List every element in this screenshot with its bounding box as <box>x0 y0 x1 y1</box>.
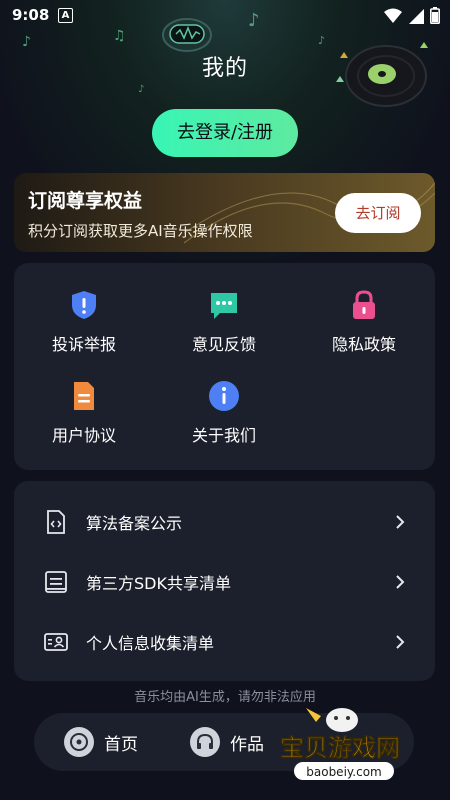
robot-mascot-icon <box>162 18 212 52</box>
grid-item-label: 投诉举报 <box>51 335 116 354</box>
id-card-icon <box>44 633 68 651</box>
wifi-icon <box>384 8 402 23</box>
list-item-algorithm[interactable]: 算法备案公示 <box>14 492 435 552</box>
chevron-right-icon <box>396 515 405 529</box>
signal-icon <box>409 8 424 24</box>
grid-item-label: 隐私政策 <box>331 335 396 354</box>
chat-bubble-icon <box>211 293 237 319</box>
list-item-label: 个人信息收集清单 <box>86 634 215 653</box>
nav-works-label: 作品 <box>230 734 264 755</box>
list-box-icon <box>45 571 67 593</box>
service-grid-panel: 投诉举报 意见反馈 隐私政策 用户协议 关于我们 <box>14 263 435 470</box>
music-note-icon: ♪ <box>138 84 145 95</box>
grid-item-label: 用户协议 <box>51 426 116 445</box>
watermark-logo: 宝贝游戏网 baobeiy.com <box>280 708 400 780</box>
info-icon <box>209 381 239 411</box>
nav-works[interactable]: 作品 <box>190 727 264 757</box>
ai-disclaimer: 音乐均由AI生成，请勿非法应用 <box>134 690 316 705</box>
list-item-sdk[interactable]: 第三方SDK共享清单 <box>14 552 435 612</box>
nav-home-label: 首页 <box>104 734 138 755</box>
grid-item-report[interactable]: 投诉举报 <box>24 289 144 355</box>
status-bar: 9:08 A <box>0 0 450 32</box>
info-list-panel: 算法备案公示 第三方SDK共享清单 个人信息收集清单 <box>14 481 435 681</box>
subscription-subtitle: 积分订阅获取更多AI音乐操作权限 <box>28 222 253 240</box>
grid-item-agreement[interactable]: 用户协议 <box>24 380 144 446</box>
subscription-banner: 订阅尊享权益 积分订阅获取更多AI音乐操作权限 去订阅 <box>14 173 435 252</box>
headphones-icon <box>190 727 220 757</box>
disc-icon <box>64 727 94 757</box>
status-icons <box>384 7 440 24</box>
document-icon <box>74 382 94 410</box>
grid-item-feedback[interactable]: 意见反馈 <box>164 289 284 355</box>
shield-alert-icon <box>72 291 96 319</box>
watermark-url: baobeiy.com <box>306 765 381 779</box>
subscribe-button[interactable]: 去订阅 <box>335 193 421 233</box>
chevron-right-icon <box>396 575 405 589</box>
music-note-icon: ♪ <box>22 34 31 50</box>
music-note-icon: ♪ <box>248 10 260 31</box>
music-note-icon: ♪ <box>318 34 326 47</box>
music-note-icon: ♫ <box>113 28 126 44</box>
notification-a-icon: A <box>58 8 73 23</box>
code-file-icon <box>47 510 65 534</box>
lock-icon <box>353 290 375 319</box>
grid-item-label: 意见反馈 <box>191 335 256 354</box>
grid-item-privacy[interactable]: 隐私政策 <box>304 289 424 355</box>
list-item-label: 第三方SDK共享清单 <box>86 574 231 593</box>
status-time: 9:08 <box>12 6 50 24</box>
battery-icon <box>430 7 440 24</box>
list-item-personal-info[interactable]: 个人信息收集清单 <box>14 612 435 672</box>
page-title: 我的 <box>201 56 248 81</box>
nav-home[interactable]: 首页 <box>64 727 138 757</box>
watermark-text: 宝贝游戏网 <box>280 734 400 762</box>
login-register-button[interactable]: 去登录/注册 <box>152 109 298 157</box>
grid-item-label: 关于我们 <box>191 426 256 445</box>
subscription-title: 订阅尊享权益 <box>28 190 143 212</box>
chevron-right-icon <box>396 635 405 649</box>
grid-item-about[interactable]: 关于我们 <box>164 380 284 446</box>
list-item-label: 算法备案公示 <box>86 514 183 533</box>
